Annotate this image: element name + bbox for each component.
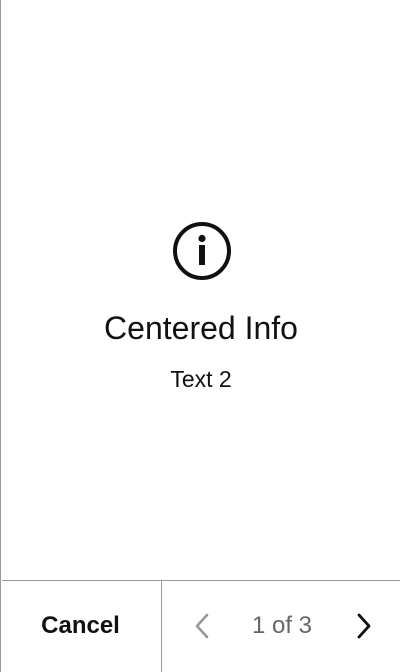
info-circle-icon — [172, 221, 232, 281]
cancel-button[interactable]: Cancel — [2, 581, 162, 672]
chevron-left-icon[interactable] — [190, 611, 216, 641]
chevron-right-icon[interactable] — [350, 611, 376, 641]
info-panel: Centered Info Text 2 — [2, 0, 400, 580]
footer-bar: Cancel 1 of 3 — [2, 580, 400, 672]
screen-frame: Centered Info Text 2 Cancel 1 of 3 — [0, 0, 400, 672]
info-subtitle: Text 2 — [170, 366, 232, 392]
page-indicator: 1 of 3 — [251, 612, 313, 639]
info-title: Centered Info — [104, 310, 298, 346]
cancel-button-label: Cancel — [41, 611, 120, 639]
pagination: 1 of 3 — [162, 581, 400, 672]
